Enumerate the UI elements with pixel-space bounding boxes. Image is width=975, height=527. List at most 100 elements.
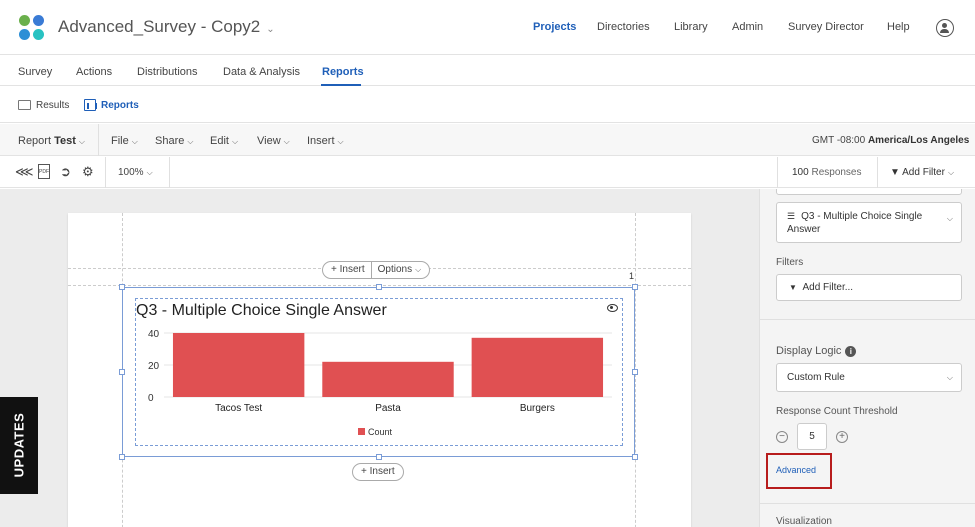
filter-icon: ▼ (890, 167, 900, 178)
tab-reports[interactable]: Reports (101, 100, 139, 111)
export-icon[interactable]: ➲ (60, 165, 71, 179)
insert-bottom-label: Insert (369, 466, 395, 477)
nav-survey-director[interactable]: Survey Director (788, 21, 864, 33)
chevron-down-icon: ⌵ (946, 214, 953, 223)
resize-handle[interactable] (632, 284, 638, 290)
results-icon (18, 100, 31, 110)
resize-handle[interactable] (376, 284, 382, 290)
decrement-button[interactable]: − (776, 431, 788, 443)
menu-view-label: View (257, 135, 281, 147)
subnav-reports[interactable]: Reports (322, 66, 364, 78)
subnav-data-analysis[interactable]: Data & Analysis (223, 66, 300, 78)
subnav-survey[interactable]: Survey (18, 66, 52, 78)
tab-results[interactable]: Results (36, 100, 69, 111)
menu-share[interactable]: Share ⌵ (155, 135, 193, 147)
iconrow-divider (105, 157, 106, 188)
updates-label: UPDATES (11, 412, 27, 478)
insert-bottom-button[interactable]: + Insert (352, 463, 404, 481)
updates-tab[interactable]: UPDATES (0, 397, 38, 494)
legend-swatch (358, 428, 365, 435)
advanced-link[interactable]: Advanced (776, 465, 816, 475)
project-title-dropdown[interactable]: Advanced_Survey - Copy2 ⌄ (58, 17, 275, 37)
resize-handle[interactable] (632, 369, 638, 375)
nav-directories[interactable]: Directories (597, 21, 650, 33)
resize-handle[interactable] (119, 284, 125, 290)
chevron-down-icon: ⌵ (337, 137, 344, 146)
report-canvas[interactable]: + Insert Options ⌵ 1 Q3 - Multiple Choice … (0, 189, 759, 527)
display-logic-text: Display Logic (776, 345, 842, 357)
chevron-down-icon: ⌄ (266, 24, 275, 35)
chevron-down-icon: ⌵ (415, 265, 422, 274)
chevron-down-icon: ⌵ (187, 137, 194, 146)
menu-insert[interactable]: Insert ⌵ (307, 135, 344, 147)
share-icon[interactable]: ⋘ (15, 165, 34, 179)
nav-library[interactable]: Library (674, 21, 708, 33)
iconrow-divider (777, 157, 778, 188)
menu-edit-label: Edit (210, 135, 229, 147)
menu-insert-label: Insert (307, 135, 335, 147)
toolbar-divider (98, 124, 99, 156)
menu-view[interactable]: View ⌵ (257, 135, 290, 147)
options-dropdown[interactable]: Options ⌵ (378, 264, 422, 275)
nav-projects[interactable]: Projects (533, 21, 576, 33)
gear-icon[interactable]: ⚙ (82, 165, 94, 179)
chevron-down-icon: ⌵ (231, 137, 239, 146)
chart-widget[interactable]: Q3 - Multiple Choice Single Answer 0 20 40… (119, 284, 638, 460)
add-filter-button[interactable]: ▼ Add Filter ⌵ (890, 167, 954, 178)
chart-area: Q3 - Multiple Choice Single Answer 0 20 40… (135, 298, 623, 446)
nav-admin[interactable]: Admin (732, 21, 763, 33)
report-icon-row: ⋘ PDF ➲ ⚙ 100% ⌵ 100 Responses ▼ Add Filt… (0, 157, 975, 188)
display-logic-value: Custom Rule (787, 372, 845, 383)
add-filter-field[interactable]: ▼ Add Filter... (776, 274, 962, 301)
responses-number: 100 (792, 167, 809, 178)
y-tick-label: 40 (148, 329, 160, 340)
reports-icon (84, 99, 97, 111)
report-name: Test (54, 135, 76, 147)
responses-count[interactable]: 100 Responses (792, 167, 862, 178)
menu-file[interactable]: File ⌵ (111, 135, 138, 147)
x-tick-label: Burgers (520, 403, 555, 414)
report-name-dropdown[interactable]: Report Test ⌵ (18, 135, 85, 147)
resize-handle[interactable] (119, 454, 125, 460)
bar-chart: 0 20 40 Tacos Test Pasta Burgers Count (148, 329, 612, 437)
display-logic-select[interactable]: Custom Rule ⌵ (776, 363, 962, 392)
x-tick-label: Pasta (375, 403, 401, 414)
x-tick-label: Tacos Test (215, 403, 262, 414)
report-page: + Insert Options ⌵ 1 Q3 - Multiple Choice … (68, 213, 691, 527)
nav-help[interactable]: Help (887, 21, 910, 33)
subnav-actions[interactable]: Actions (76, 66, 112, 78)
info-icon[interactable]: i (845, 345, 857, 357)
page-number: 1 (629, 271, 635, 281)
subnav-distributions[interactable]: Distributions (137, 66, 198, 78)
logo-dot (19, 15, 30, 26)
chevron-down-icon: ⌵ (146, 168, 153, 177)
zoom-dropdown[interactable]: 100% ⌵ (118, 167, 153, 178)
timezone-offset: GMT -08:00 (812, 135, 866, 146)
timezone-name: America/Los Angeles (867, 135, 970, 146)
chevron-down-icon: ⌵ (131, 137, 138, 146)
y-tick-label: 20 (148, 361, 160, 372)
resize-handle[interactable] (632, 454, 638, 460)
resize-handle[interactable] (119, 369, 125, 375)
qualtrics-logo[interactable] (19, 15, 45, 41)
threshold-input[interactable]: 5 (797, 423, 827, 450)
menu-edit[interactable]: Edit ⌵ (210, 135, 238, 147)
zoom-value: 100% (118, 167, 144, 178)
insert-label: Insert (339, 264, 365, 275)
question-select[interactable]: ☰ Q3 - Multiple Choice Single Answer ⌵ (776, 202, 962, 243)
panel-divider (760, 503, 975, 504)
insert-button[interactable]: + Insert (331, 264, 365, 275)
panel-divider (760, 319, 975, 320)
panel-field-above[interactable] (776, 189, 962, 195)
filters-label: Filters (776, 257, 804, 268)
pdf-icon[interactable]: PDF (38, 164, 50, 179)
user-account-icon[interactable] (936, 19, 954, 37)
iconrow-divider (877, 157, 878, 188)
chevron-down-icon: ⌵ (947, 168, 955, 177)
bar (471, 337, 604, 397)
increment-button[interactable]: + (836, 431, 848, 443)
add-filter-label: Add Filter (902, 167, 945, 178)
bar (172, 333, 305, 397)
resize-handle[interactable] (376, 454, 382, 460)
logo-dot (19, 29, 30, 40)
